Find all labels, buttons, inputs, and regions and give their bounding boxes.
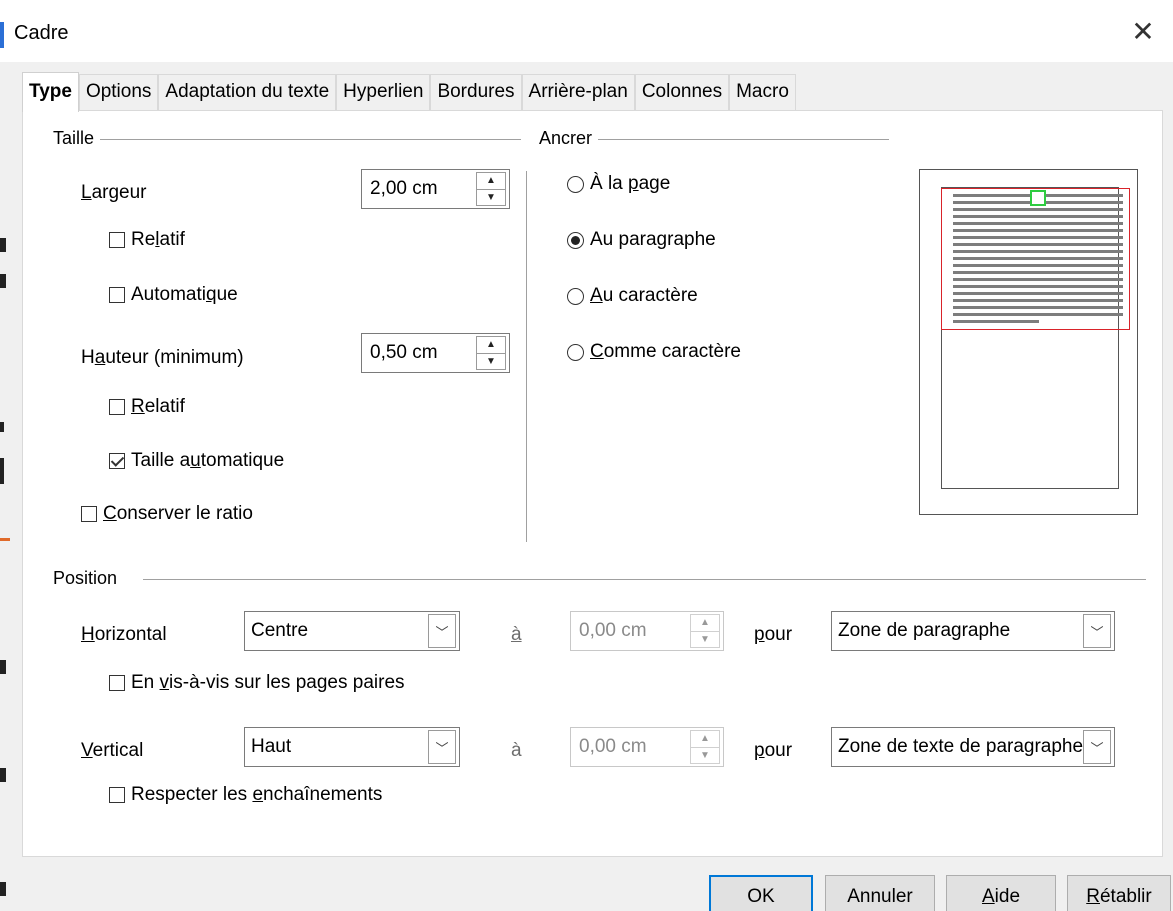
position-group-title: Position <box>53 568 124 589</box>
title-accent <box>0 22 4 48</box>
width-relative-checkbox[interactable]: Relatif <box>109 229 185 251</box>
size-group-title: Taille <box>53 128 101 149</box>
ok-button[interactable]: OK <box>709 875 813 911</box>
tab-text-wrap[interactable]: Adaptation du texte <box>158 74 337 110</box>
height-value[interactable]: 0,50 cm <box>362 342 476 364</box>
width-auto-checkbox[interactable]: Automatique <box>109 284 238 306</box>
vertical-relative-select[interactable]: Zone de texte de paragraphe ﹀ <box>831 727 1115 767</box>
vertical-at-label: à <box>511 740 522 761</box>
chevron-down-icon[interactable]: ﹀ <box>1083 730 1111 764</box>
width-value[interactable]: 2,00 cm <box>362 178 476 200</box>
tab-borders[interactable]: Bordures <box>430 74 522 110</box>
title-bar: Cadre ✕ <box>0 0 1173 62</box>
height-spinbox[interactable]: 0,50 cm ▲ ▼ <box>361 333 510 373</box>
anchor-to-page-radio[interactable]: À la page <box>567 173 670 195</box>
background-fragment <box>0 660 6 674</box>
tab-macro[interactable]: Macro <box>729 74 796 110</box>
background-fragment <box>0 274 6 288</box>
anchor-to-character-radio[interactable]: Au caractère <box>567 285 698 307</box>
window-title: Cadre <box>14 22 69 44</box>
tab-background[interactable]: Arrière-plan <box>521 74 635 110</box>
checkbox-box[interactable] <box>109 453 125 469</box>
width-label: Largeur <box>81 182 147 203</box>
height-auto-checkbox[interactable]: Taille automatique <box>109 450 284 472</box>
close-icon[interactable]: ✕ <box>1127 16 1159 48</box>
background-window-edge <box>0 62 12 911</box>
horizontal-label: Horizontal <box>81 624 167 645</box>
chevron-down-icon[interactable]: ﹀ <box>428 614 456 648</box>
spin-up-icon: ▲ <box>700 733 710 745</box>
keep-ratio-checkbox[interactable]: Conserver le ratio <box>81 503 253 525</box>
tab-columns[interactable]: Colonnes <box>634 74 730 110</box>
chevron-down-icon[interactable]: ﹀ <box>428 730 456 764</box>
vertical-relative-value[interactable]: Zone de texte de paragraphe <box>832 736 1083 758</box>
tab-options[interactable]: Options <box>78 74 159 110</box>
preview-frame-marker <box>1030 190 1046 206</box>
anchor-to-paragraph-radio[interactable]: Au paragraphe <box>567 229 716 251</box>
checkbox-box[interactable] <box>109 675 125 691</box>
horizontal-offset-spinbox: 0,00 cm ▲ ▼ <box>570 611 724 651</box>
spin-down-icon: ▼ <box>691 630 719 648</box>
width-spinbox[interactable]: 2,00 cm ▲ ▼ <box>361 169 510 209</box>
horizontal-select[interactable]: Centre ﹀ <box>244 611 460 651</box>
preview-text-lines <box>953 194 1123 327</box>
spin-down-icon[interactable]: ▼ <box>477 352 505 370</box>
height-spin-arrows[interactable]: ▲ ▼ <box>476 336 506 370</box>
size-group-line <box>77 139 521 140</box>
background-fragment <box>0 422 4 432</box>
horizontal-offset-value: 0,00 cm <box>579 620 647 641</box>
horizontal-relative-value[interactable]: Zone de paragraphe <box>832 620 1083 642</box>
vertical-offset-value: 0,00 cm <box>579 736 647 757</box>
vertical-offset-spinbox: 0,00 cm ▲ ▼ <box>570 727 724 767</box>
position-preview <box>919 169 1138 515</box>
spin-arrows: ▲ ▼ <box>690 614 720 648</box>
tab-type[interactable]: Type <box>22 72 79 112</box>
horizontal-at-label: à <box>511 624 522 645</box>
dialog-body: Type Options Adaptation du texte Hyperli… <box>12 62 1173 911</box>
background-fragment <box>0 882 6 896</box>
tab-page-type: Taille Largeur 2,00 cm ▲ ▼ Relatif Autom… <box>22 110 1163 857</box>
radio-dot[interactable] <box>567 231 584 249</box>
width-spin-arrows[interactable]: ▲ ▼ <box>476 172 506 206</box>
group-separator <box>526 171 527 542</box>
checkbox-box[interactable] <box>109 787 125 803</box>
mirror-even-pages-checkbox[interactable]: En vis-à-vis sur les pages paires <box>109 672 405 694</box>
spin-down-icon: ▼ <box>691 746 719 764</box>
horizontal-value[interactable]: Centre <box>245 620 428 642</box>
background-fragment <box>0 768 6 782</box>
reset-button[interactable]: Rétablir <box>1067 875 1171 911</box>
spin-up-icon[interactable]: ▲ <box>477 337 505 353</box>
anchor-as-character-radio[interactable]: Comme caractère <box>567 341 741 363</box>
spin-down-icon[interactable]: ▼ <box>477 188 505 206</box>
anchor-group-title: Ancrer <box>539 128 599 149</box>
follow-text-flow-checkbox[interactable]: Respecter les enchaînements <box>109 784 382 806</box>
horizontal-for-label: pour <box>754 624 793 645</box>
position-group-line <box>143 579 1146 580</box>
tab-hyperlink[interactable]: Hyperlien <box>336 74 431 110</box>
radio-dot[interactable] <box>567 287 584 305</box>
height-label: Hauteur (minimum) <box>81 347 244 368</box>
horizontal-relative-select[interactable]: Zone de paragraphe ﹀ <box>831 611 1115 651</box>
help-button[interactable]: Aide <box>946 875 1056 911</box>
chevron-down-icon[interactable]: ﹀ <box>1083 614 1111 648</box>
cancel-button[interactable]: Annuler <box>825 875 935 911</box>
checkbox-box[interactable] <box>109 399 125 415</box>
tab-bar: Type Options Adaptation du texte Hyperli… <box>22 72 796 112</box>
height-relative-checkbox[interactable]: Relatif <box>109 396 185 418</box>
radio-dot[interactable] <box>567 175 584 193</box>
background-fragment <box>0 538 10 541</box>
checkbox-box[interactable] <box>81 506 97 522</box>
vertical-value[interactable]: Haut <box>245 736 428 758</box>
spin-arrows: ▲ ▼ <box>690 730 720 764</box>
vertical-label: Vertical <box>81 740 144 761</box>
background-fragment <box>0 458 4 484</box>
checkbox-box[interactable] <box>109 287 125 303</box>
radio-dot[interactable] <box>567 343 584 361</box>
background-fragment <box>0 238 6 252</box>
spin-up-icon[interactable]: ▲ <box>477 173 505 189</box>
vertical-for-label: pour <box>754 740 793 761</box>
spin-up-icon: ▲ <box>700 617 710 629</box>
checkbox-box[interactable] <box>109 232 125 248</box>
vertical-select[interactable]: Haut ﹀ <box>244 727 460 767</box>
